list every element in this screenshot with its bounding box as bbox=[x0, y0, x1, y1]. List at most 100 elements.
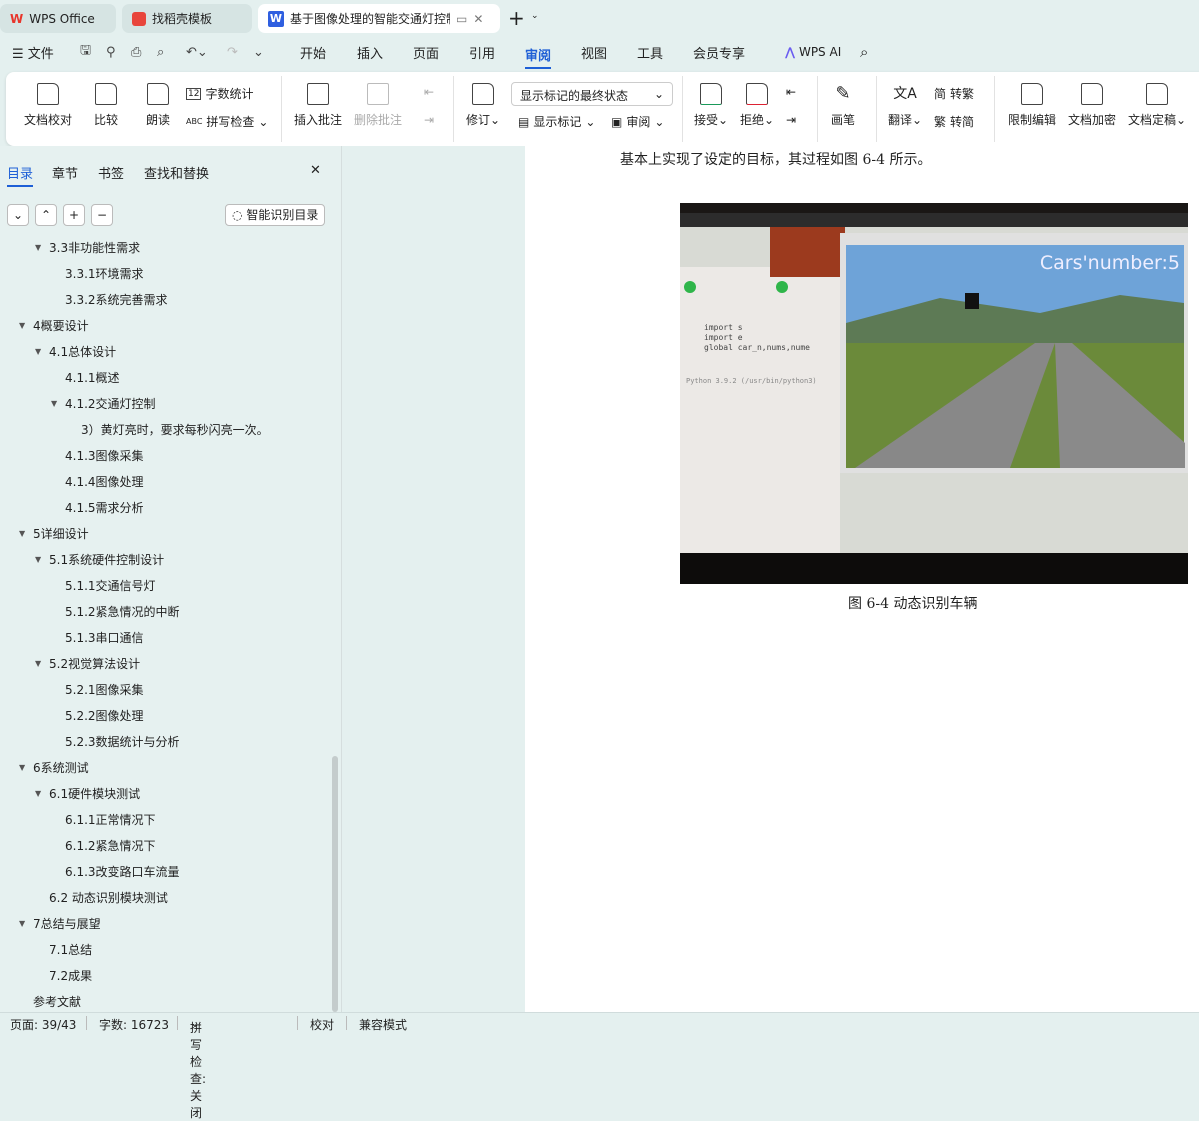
delete-comment-button[interactable]: 删除批注 bbox=[354, 83, 402, 128]
tab-wps-office[interactable]: W WPS Office bbox=[0, 4, 116, 33]
menu-item-references[interactable]: 引用 bbox=[469, 43, 495, 62]
insert-comment-button[interactable]: 插入批注 bbox=[294, 83, 342, 128]
proof-status[interactable]: 校对 bbox=[310, 1016, 334, 1033]
print-preview-icon[interactable]: ⌕ bbox=[157, 45, 164, 60]
toc-item[interactable]: 5.1.2紧急情况的中断 bbox=[65, 599, 180, 625]
panel-tab-toc[interactable]: 目录 bbox=[7, 163, 34, 187]
toc-item[interactable]: 3）黄灯亮时，要求每秒闪亮一次。 bbox=[81, 417, 269, 443]
compare-button[interactable]: 比较 bbox=[94, 83, 118, 128]
finalize-button[interactable]: 文档定稿⌄ bbox=[1128, 83, 1186, 128]
print-icon[interactable]: ⎙ bbox=[131, 45, 141, 60]
toc-item[interactable]: ▼ 3.3非功能性需求 bbox=[35, 236, 140, 261]
toc-item[interactable]: 7.2成果 bbox=[49, 963, 92, 989]
redo-icon[interactable]: ↷ bbox=[227, 45, 238, 60]
figure-photo[interactable]: import s import e global car_n,nums,nume… bbox=[680, 203, 1188, 584]
spell-check-button[interactable]: ABC 拼写检查 ⌄ bbox=[186, 113, 268, 130]
track-changes-button[interactable]: 修订⌄ bbox=[466, 83, 500, 128]
toc-item[interactable]: 5.1.1交通信号灯 bbox=[65, 573, 156, 599]
save-icon[interactable]: 🖫 bbox=[80, 41, 91, 63]
read-aloud-button[interactable]: 朗读 bbox=[146, 83, 170, 128]
encrypt-button[interactable]: 文档加密 bbox=[1068, 83, 1116, 128]
toc-item[interactable]: 4.1.1概述 bbox=[65, 365, 120, 391]
expand-triangle-icon[interactable]: ▼ bbox=[51, 391, 57, 417]
review-pane-button[interactable]: ▣ 审阅 ⌄ bbox=[611, 113, 664, 130]
close-panel-icon[interactable]: ✕ bbox=[310, 163, 321, 178]
panel-tab-find-replace[interactable]: 查找和替换 bbox=[144, 163, 209, 182]
expand-triangle-icon[interactable]: ▼ bbox=[35, 339, 41, 365]
undo-icon[interactable]: ↶⌄ bbox=[186, 45, 208, 60]
show-markup-button[interactable]: ▤ 显示标记 ⌄ bbox=[518, 113, 595, 130]
spell-check-status[interactable]: 拼写检查: 关闭 ⌄ bbox=[190, 1016, 206, 1120]
toc-item[interactable]: 5.1.3串口通信 bbox=[65, 625, 144, 651]
toc-item[interactable]: ▼ 6系统测试 bbox=[19, 755, 89, 781]
more-chevron-icon[interactable]: ⌄ bbox=[253, 45, 264, 60]
tab-document[interactable]: W 基于图像处理的智能交通灯控制 ▭ ✕ bbox=[258, 4, 500, 33]
toc-item[interactable]: 5.2.1图像采集 bbox=[65, 677, 144, 703]
format-painter-icon[interactable]: ⚲ bbox=[106, 45, 116, 60]
expand-button[interactable]: + bbox=[63, 204, 85, 226]
reject-button[interactable]: 拒绝⌄ bbox=[740, 83, 774, 128]
panel-tab-chapters[interactable]: 章节 bbox=[52, 163, 78, 182]
expand-triangle-icon[interactable]: ▼ bbox=[35, 781, 41, 807]
expand-triangle-icon[interactable]: ▼ bbox=[35, 651, 41, 677]
menu-item-start[interactable]: 开始 bbox=[300, 43, 326, 62]
word-count[interactable]: 字数: 16723 bbox=[99, 1016, 169, 1033]
menu-item-tools[interactable]: 工具 bbox=[637, 43, 663, 62]
collapse-down-button[interactable]: ⌄ bbox=[7, 204, 29, 226]
toc-item[interactable]: ▼ 7总结与展望 bbox=[19, 911, 101, 937]
to-traditional-button[interactable]: 简转繁 bbox=[934, 85, 974, 102]
menu-item-insert[interactable]: 插入 bbox=[357, 43, 383, 62]
next-change-icon[interactable]: ⇥ bbox=[786, 113, 796, 127]
expand-triangle-icon[interactable]: ▼ bbox=[35, 547, 41, 573]
to-simplified-button[interactable]: 繁转简 bbox=[934, 113, 974, 130]
menu-item-page[interactable]: 页面 bbox=[413, 43, 439, 62]
smart-toc-button[interactable]: ◌ 智能识别目录 bbox=[225, 204, 326, 226]
expand-triangle-icon[interactable]: ▼ bbox=[35, 236, 41, 261]
new-tab-icon[interactable]: + bbox=[508, 6, 525, 30]
prev-comment-icon[interactable]: ⇤ bbox=[424, 85, 434, 99]
expand-triangle-icon[interactable]: ▼ bbox=[19, 313, 25, 339]
toc-item[interactable]: ▼ 5详细设计 bbox=[19, 521, 89, 547]
toc-item[interactable]: 5.2.2图像处理 bbox=[65, 703, 144, 729]
accept-button[interactable]: 接受⌄ bbox=[694, 83, 728, 128]
toc-item[interactable]: 6.2 动态识别模块测试 bbox=[49, 885, 168, 911]
expand-triangle-icon[interactable]: ▼ bbox=[19, 521, 25, 547]
collapse-button[interactable]: − bbox=[91, 204, 113, 226]
expand-triangle-icon[interactable]: ▼ bbox=[19, 755, 25, 781]
toc-item[interactable]: 4.1.3图像采集 bbox=[65, 443, 144, 469]
menu-item-review[interactable]: 审阅 bbox=[525, 45, 552, 69]
collapse-up-button[interactable]: ⌃ bbox=[35, 204, 57, 226]
toc-item[interactable]: ▼ 4.1.2交通灯控制 bbox=[51, 391, 156, 417]
monitor-icon[interactable]: ▭ bbox=[456, 12, 467, 26]
close-tab-icon[interactable]: ✕ bbox=[473, 12, 483, 26]
panel-scrollbar[interactable] bbox=[332, 756, 338, 1012]
menu-item-member[interactable]: 会员专享 bbox=[693, 43, 745, 62]
toc-item[interactable]: 6.1.2紧急情况下 bbox=[65, 833, 156, 859]
toc-item[interactable]: 6.1.3改变路口车流量 bbox=[65, 859, 180, 885]
markup-display-select[interactable]: 显示标记的最终状态 ⌄ bbox=[511, 82, 673, 106]
toc-item[interactable]: 6.1.1正常情况下 bbox=[65, 807, 156, 833]
search-icon[interactable]: ⌕ bbox=[860, 43, 868, 61]
word-count-button[interactable]: 12 字数统计 bbox=[186, 85, 253, 102]
tab-docer[interactable]: 找稻壳模板 bbox=[122, 4, 252, 33]
toc-item[interactable]: 3.3.2系统完善需求 bbox=[65, 287, 168, 313]
prev-change-icon[interactable]: ⇤ bbox=[786, 85, 796, 99]
menu-item-view[interactable]: 视图 bbox=[581, 43, 607, 62]
translate-button[interactable]: 文A 翻译⌄ bbox=[888, 83, 922, 128]
wps-ai-button[interactable]: ⋀ WPS AI bbox=[785, 45, 841, 59]
toc-item[interactable]: 7.1总结 bbox=[49, 937, 92, 963]
toc-item[interactable]: 3.3.1环境需求 bbox=[65, 261, 144, 287]
doc-proof-button[interactable]: 文档校对 bbox=[24, 83, 72, 128]
toc-item[interactable]: 4.1.4图像处理 bbox=[65, 469, 144, 495]
toc-item[interactable]: ▼ 6.1硬件模块测试 bbox=[35, 781, 140, 807]
pen-button[interactable]: ✎ 画笔 bbox=[831, 83, 855, 128]
toc-item[interactable]: 5.2.3数据统计与分析 bbox=[65, 729, 180, 755]
restrict-edit-button[interactable]: 限制编辑 bbox=[1008, 83, 1056, 128]
toc-item[interactable]: ▼ 5.2视觉算法设计 bbox=[35, 651, 140, 677]
chevron-down-icon[interactable]: ⌄ bbox=[531, 11, 539, 21]
file-menu[interactable]: ☰ 文件 bbox=[12, 43, 54, 62]
expand-triangle-icon[interactable]: ▼ bbox=[19, 911, 25, 937]
toc-item[interactable]: ▼ 4.1总体设计 bbox=[35, 339, 116, 365]
page-indicator[interactable]: 页面: 39/43 bbox=[10, 1016, 76, 1033]
toc-item[interactable]: ▼ 5.1系统硬件控制设计 bbox=[35, 547, 164, 573]
